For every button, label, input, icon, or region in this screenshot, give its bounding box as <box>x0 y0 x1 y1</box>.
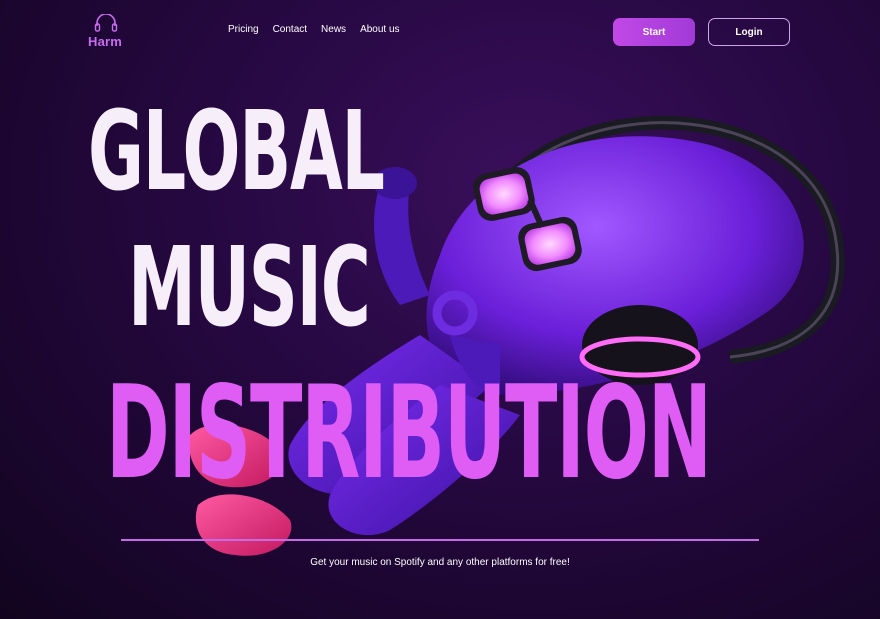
top-navigation: Harm Pricing Contact News About us Start… <box>0 0 880 64</box>
start-button[interactable]: Start <box>613 18 695 46</box>
main-menu: Pricing Contact News About us <box>228 24 400 35</box>
headphones-icon <box>94 14 118 32</box>
character-with-headphones-illustration <box>189 115 845 556</box>
brand-logo[interactable]: Harm <box>88 14 128 50</box>
nav-link-about-us[interactable]: About us <box>360 24 399 35</box>
brand-name: Harm <box>88 34 123 49</box>
nav-link-contact[interactable]: Contact <box>273 24 307 35</box>
nav-link-pricing[interactable]: Pricing <box>228 24 259 35</box>
login-button[interactable]: Login <box>708 18 790 46</box>
nav-link-news[interactable]: News <box>321 24 346 35</box>
